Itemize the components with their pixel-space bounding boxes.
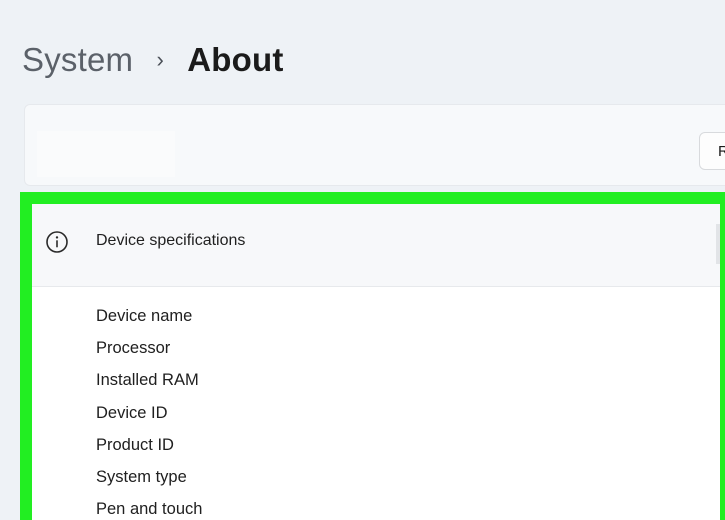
device-specifications-title: Device specifications <box>96 232 246 249</box>
spec-label-system-type: System type <box>96 467 187 486</box>
device-specifications-section: Device specifications Device name Proces… <box>20 192 725 520</box>
spec-label-device-name: Device name <box>96 307 193 325</box>
spec-label-product-id: Product ID <box>96 435 174 454</box>
spec-label-pen-and-touch: Pen and touch <box>96 500 203 519</box>
copy-button-edge[interactable] <box>716 224 720 264</box>
spec-label-device-id: Device ID <box>96 403 168 422</box>
redacted-device-name <box>37 131 175 177</box>
page-title: About <box>187 41 284 78</box>
breadcrumb-system[interactable]: System <box>22 41 133 79</box>
specifications-list: Device name Processor Installed RAM Devi… <box>96 300 202 520</box>
breadcrumb: System › About <box>22 36 284 84</box>
device-name-card: R <box>24 104 725 186</box>
chevron-right-icon: › <box>156 47 164 72</box>
rename-button[interactable]: R <box>699 132 725 170</box>
device-specifications-header[interactable]: Device specifications <box>32 204 720 287</box>
info-icon <box>46 231 68 253</box>
settings-about-page: System › About R Device specifications D… <box>0 0 725 520</box>
spec-label-processor: Processor <box>96 339 171 358</box>
redacted-spec-values <box>228 300 718 520</box>
spec-label-installed-ram: Installed RAM <box>96 371 199 390</box>
